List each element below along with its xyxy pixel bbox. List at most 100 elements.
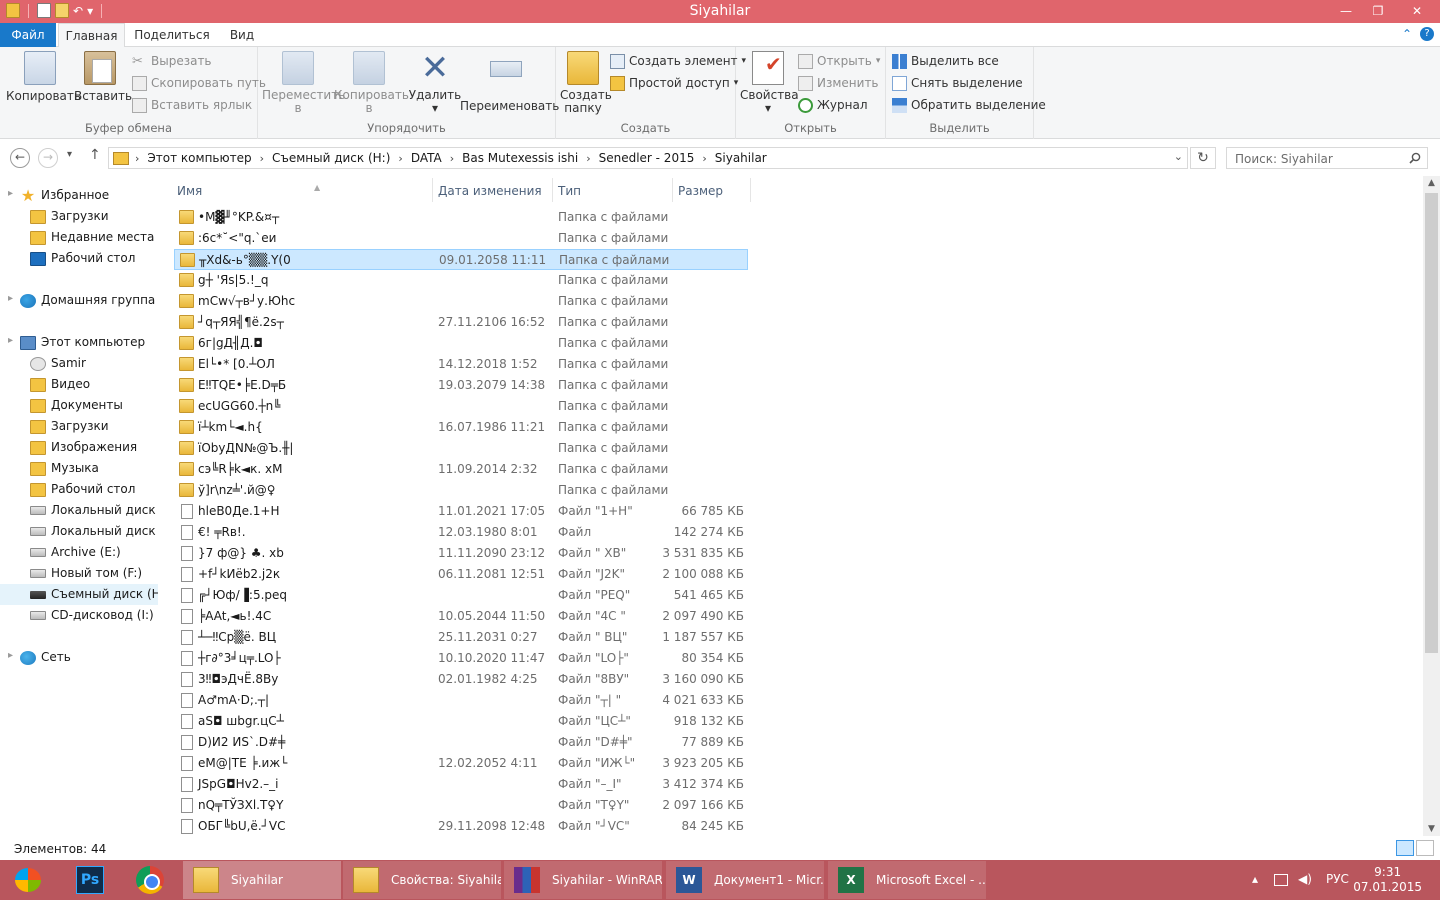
task-excel[interactable]: X Microsoft Excel - ... [828,861,986,899]
nav-pc-pictures[interactable]: Изображения [30,437,137,458]
nav-this-pc[interactable]: Этот компьютер [20,332,145,353]
expand-arrow-icon[interactable]: ▸ [8,293,13,304]
expand-arrow-icon[interactable]: ▸ [8,188,13,199]
task-word[interactable]: W Документ1 - Micr... [666,861,824,899]
folder-row[interactable]: 6г|gД╢Д.◘ Папка с файлами [174,333,748,354]
nav-pc-desktop[interactable]: Рабочий стол [30,479,135,500]
copy-button[interactable]: Копировать [6,51,81,103]
back-button[interactable]: ← [10,148,30,168]
folder-row[interactable]: їObyДN№@Ъ.╫| Папка с файлами [174,438,748,459]
file-row[interactable]: aS◘ шbgr.цС┴ Файл "ЦС┴" 918 132 КБ [174,711,748,732]
expand-arrow-icon[interactable]: ▸ [8,335,13,346]
nav-pc-drive-i[interactable]: CD-дисковод (I:) [30,605,154,626]
properties-button[interactable]: Свойства ▾ [740,51,799,115]
breadcrumb-senedler[interactable]: Senedler - 2015 [599,151,695,165]
file-row[interactable]: eM@|TE ╞.иж└ 12.02.2052 4:11 Файл "ИЖ└" 3 9… [174,753,748,774]
folder-row[interactable]: •M▓╜°KP.&¤┬ Папка с файлами [174,207,748,228]
file-row[interactable]: hleB0Де.1+H 11.01.2021 17:05 Файл "1+H" 66 … [174,501,748,522]
forward-button[interactable]: → [38,148,58,168]
new-item-button[interactable]: Создать элемент ▾ [610,51,746,71]
column-divider[interactable] [750,178,751,202]
move-to-button[interactable]: Переместить в [262,51,345,115]
search-icon[interactable] [1409,152,1421,164]
select-none-button[interactable]: Снять выделение [892,73,1023,93]
new-folder-button[interactable]: Создать папку [560,51,612,115]
select-all-button[interactable]: Выделить все [892,51,999,71]
breadcrumb-separator[interactable]: › [450,152,454,165]
file-row[interactable]: ╔┘Юф/▐:5.peq Файл "PEQ" 541 465 КБ [174,585,748,606]
tab-home[interactable]: Главная [58,23,125,48]
column-header-name[interactable]: Имя ▲ [177,180,427,202]
tab-share[interactable]: Поделиться [134,23,210,47]
breadcrumb-separator[interactable]: › [702,152,706,165]
breadcrumb-drive-h[interactable]: Съемный диск (H:) [272,151,390,165]
file-row[interactable]: A♂mA·D;.┬| Файл "┬| " 4 021 633 КБ [174,690,748,711]
nav-pc-music[interactable]: Музыка [30,458,99,479]
cut-button[interactable]: ✂ Вырезать [132,51,212,71]
column-divider[interactable] [432,178,433,202]
scroll-thumb[interactable] [1425,193,1438,653]
folder-row[interactable]: ecUGG60.┼n╚ Папка с файлами [174,396,748,417]
breadcrumb-separator[interactable]: › [260,152,264,165]
nav-pc-user[interactable]: Samir [30,353,86,374]
pinned-chrome[interactable] [122,862,178,898]
easy-access-button[interactable]: Простой доступ ▾ [610,73,738,93]
file-row[interactable]: ОБГ╚bU,ё.┘VC 29.11.2098 12:48 Файл "┘VC" 84… [174,816,748,836]
nav-pc-drive-h[interactable]: Съемный диск (H:) [0,584,158,605]
column-divider[interactable] [552,178,553,202]
folder-row[interactable]: mCw√┬в┘у.Юhc Папка с файлами [174,291,748,312]
folder-row[interactable]: ╥Xd&-ь°▒▒.Y(0 09.01.2058 11:11 Папка с фай… [174,249,748,270]
nav-favorites[interactable]: ★ Избранное [20,185,109,206]
history-button[interactable]: Журнал [798,95,868,115]
copy-to-button[interactable]: Копировать в [334,51,409,115]
file-row[interactable]: ┴─‼Cp▒ё. ВЦ 25.11.2031 0:27 Файл " ВЦ" 1 18… [174,627,748,648]
breadcrumb-separator[interactable]: › [398,152,402,165]
folder-row[interactable]: ┘q┬ЯЯ╣¶ë.2s┬ 27.11.2106 16:52 Папка с файл… [174,312,748,333]
address-history-dropdown-icon[interactable]: ⌄ [1174,150,1183,163]
nav-pc-drive-e[interactable]: Archive (E:) [30,542,121,563]
rename-button[interactable]: Переименовать [460,51,559,113]
nav-pc-documents[interactable]: Документы [30,395,123,416]
tab-view[interactable]: Вид [222,23,262,47]
scroll-up-button[interactable]: ▲ [1423,178,1440,188]
breadcrumb-this-pc[interactable]: Этот компьютер [147,151,251,165]
folder-row[interactable]: E‼TQE•╞E.D╤Б 19.03.2079 14:38 Папка с файл… [174,375,748,396]
recent-locations-dropdown-icon[interactable]: ▾ [67,149,72,160]
breadcrumb-bas-mutexessis[interactable]: Bas Mutexessis ishi [462,151,578,165]
breadcrumb-separator[interactable]: › [586,152,590,165]
nav-homegroup[interactable]: Домашняя группа [20,290,155,311]
file-row[interactable]: JSpG◘Hv2.–_i Файл "–_I" 3 412 374 КБ [174,774,748,795]
details-view-button[interactable] [1396,840,1414,856]
folder-row[interactable]: El└•* [0.┴ОЛ 14.12.2018 1:52 Папка с файла… [174,354,748,375]
language-indicator[interactable]: РУС [1326,872,1349,886]
maximize-button[interactable]: ❐ [1362,0,1394,22]
open-button[interactable]: Открыть ▾ [798,51,880,71]
expand-arrow-icon[interactable]: ▸ [8,650,13,661]
breadcrumb-siyahilar[interactable]: Siyahilar [715,151,767,165]
task-properties-siyahilar[interactable]: Свойства: Siyahilar [343,861,501,899]
folder-row[interactable]: сэ╚R╞k◄к. хМ 11.09.2014 2:32 Папка с файла… [174,459,748,480]
folder-row[interactable]: ї┴km└◄.h{16.07.1986 11:21 Папка с файлами [174,417,748,438]
task-explorer-siyahilar[interactable]: Siyahilar [183,861,341,899]
column-divider[interactable] [672,178,673,202]
nav-pc-downloads[interactable]: Загрузки [30,416,109,437]
show-hidden-icons[interactable]: ▴ [1252,872,1258,886]
properties-dropdown-icon[interactable]: ▾ [740,102,796,115]
minimize-button[interactable]: — [1330,0,1362,22]
delete-button[interactable]: ✕ Удалить ▾ [408,51,462,115]
network-tray-icon[interactable] [1274,874,1288,886]
file-row[interactable]: }7 ф@} ♣. xb 11.11.2090 23:12 Файл " XB" 3 … [174,543,748,564]
tab-file[interactable]: Файл [0,23,56,47]
paste-button[interactable]: Вставить [74,51,132,103]
file-row[interactable]: D)И2 ИS`.D#╪ Файл "D#╪" 77 889 КБ [174,732,748,753]
nav-pc-videos[interactable]: Видео [30,374,90,395]
delete-dropdown-icon[interactable]: ▾ [408,102,462,115]
search-box[interactable]: Поиск: Siyahilar [1226,147,1428,169]
vertical-scrollbar[interactable]: ▲ ▼ [1423,176,1440,836]
file-row[interactable]: 3‼◘эДчЁ.8Ву 02.01.1982 4:25 Файл "8ВУ" 3 16… [174,669,748,690]
column-header-date[interactable]: Дата изменения [438,180,548,202]
scroll-down-button[interactable]: ▼ [1423,824,1440,834]
refresh-button[interactable]: ↻ [1190,147,1216,169]
copy-path-button[interactable]: Скопировать путь [132,73,266,93]
folder-row[interactable]: ў]r\nz╧'.й@♀ Папка с файлами [174,480,748,501]
